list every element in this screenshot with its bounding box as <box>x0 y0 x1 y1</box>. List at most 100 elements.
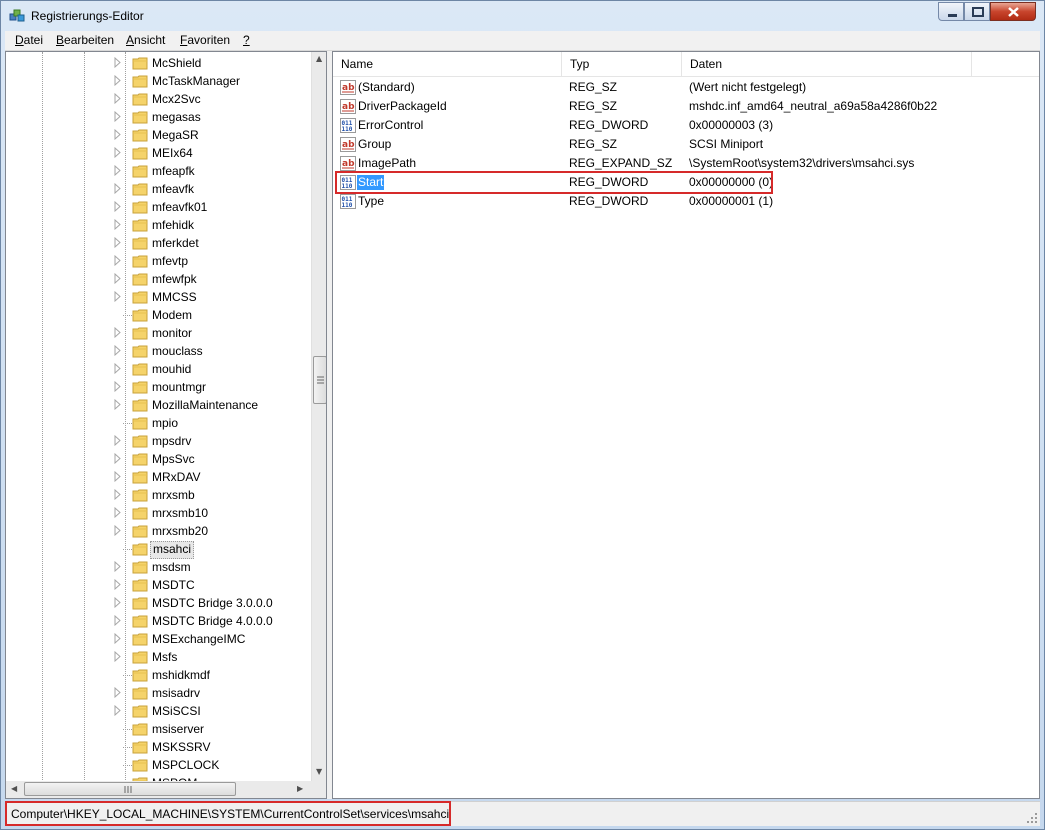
value-row[interactable]: ab ImagePath REG_EXPAND_SZ \SystemRoot\syst… <box>333 154 1039 173</box>
tree-item[interactable]: mfeavfk <box>6 180 306 198</box>
tree-item[interactable]: msiserver <box>6 720 306 738</box>
expand-arrow-icon[interactable] <box>113 219 122 230</box>
tree-item[interactable]: msahci <box>6 540 306 559</box>
expand-arrow-icon[interactable] <box>113 273 122 284</box>
tree-item[interactable]: MSDTC Bridge 4.0.0.0 <box>6 612 306 630</box>
tree-item[interactable]: msdsm <box>6 558 306 576</box>
expand-arrow-icon[interactable] <box>113 453 122 464</box>
expand-arrow-icon[interactable] <box>113 111 122 122</box>
tree-item[interactable]: Mcx2Svc <box>6 90 306 108</box>
menu-bearbeiten[interactable]: Bearbeiten <box>56 33 114 47</box>
menu-help[interactable]: ? <box>243 33 250 47</box>
expand-arrow-icon[interactable] <box>113 363 122 374</box>
expand-arrow-icon[interactable] <box>113 57 122 68</box>
tree-item[interactable]: mouclass <box>6 342 306 360</box>
tree-item[interactable]: Msfs <box>6 648 306 666</box>
tree-item[interactable]: MSKSSRV <box>6 738 306 756</box>
tree-item[interactable]: MSDTC Bridge 3.0.0.0 <box>6 594 306 612</box>
expand-arrow-icon[interactable] <box>113 435 122 446</box>
tree-item[interactable]: mountmgr <box>6 378 306 396</box>
expand-arrow-icon[interactable] <box>113 489 122 500</box>
expand-arrow-icon[interactable] <box>113 579 122 590</box>
expand-arrow-icon[interactable] <box>113 597 122 608</box>
expand-arrow-icon[interactable] <box>113 381 122 392</box>
expand-arrow-icon[interactable] <box>113 255 122 266</box>
tree-horizontal-scrollbar[interactable]: ◀ ▶ <box>6 781 311 798</box>
value-row[interactable]: 011 110 Type REG_DWORD 0x00000001 (1) <box>333 192 1039 211</box>
expand-arrow-icon[interactable] <box>113 327 122 338</box>
tree-item[interactable]: megasas <box>6 108 306 126</box>
tree-item[interactable]: mrxsmb10 <box>6 504 306 522</box>
tree-item[interactable]: mpio <box>6 414 306 432</box>
expand-arrow-icon[interactable] <box>113 651 122 662</box>
maximize-button[interactable] <box>964 2 990 21</box>
scroll-down-arrow-icon[interactable]: ▼ <box>316 767 322 776</box>
expand-arrow-icon[interactable] <box>113 525 122 536</box>
scroll-up-arrow-icon[interactable]: ▲ <box>316 54 322 63</box>
value-row[interactable]: ab (Standard) REG_SZ (Wert nicht festgelegt… <box>333 78 1039 97</box>
expand-arrow-icon[interactable] <box>113 147 122 158</box>
expand-arrow-icon[interactable] <box>113 615 122 626</box>
tree-item[interactable]: mfewfpk <box>6 270 306 288</box>
resize-grip-icon[interactable] <box>1026 812 1038 824</box>
tree-item[interactable]: mfevtp <box>6 252 306 270</box>
tree-item[interactable]: MSDTC <box>6 576 306 594</box>
column-header-type[interactable]: Typ <box>562 52 682 76</box>
tree-item[interactable]: mrxsmb20 <box>6 522 306 540</box>
scroll-left-arrow-icon[interactable]: ◀ <box>11 784 17 793</box>
value-row[interactable]: ab Group REG_SZ SCSI Miniport <box>333 135 1039 154</box>
values-list-pane[interactable]: Name Typ Daten ab (Standard) REG_SZ (Wert n… <box>332 51 1040 799</box>
tree-item[interactable]: mferkdet <box>6 234 306 252</box>
menu-datei[interactable]: Datei <box>15 33 43 47</box>
tree-item[interactable]: MegaSR <box>6 126 306 144</box>
column-header-data[interactable]: Daten <box>682 52 972 76</box>
value-row[interactable]: ab DriverPackageId REG_SZ mshdc.inf_amd64_n… <box>333 97 1039 116</box>
expand-arrow-icon[interactable] <box>113 93 122 104</box>
scroll-right-arrow-icon[interactable]: ▶ <box>297 784 303 793</box>
column-header-name[interactable]: Name <box>333 52 562 76</box>
expand-arrow-icon[interactable] <box>113 471 122 482</box>
tree-item[interactable]: McShield <box>6 54 306 72</box>
tree-item[interactable]: monitor <box>6 324 306 342</box>
expand-arrow-icon[interactable] <box>113 165 122 176</box>
tree-item[interactable]: mshidkmdf <box>6 666 306 684</box>
tree-item[interactable]: mouhid <box>6 360 306 378</box>
tree-horizontal-scroll-thumb[interactable] <box>24 782 236 796</box>
value-row[interactable]: 011 110 Start REG_DWORD 0x00000000 (0) <box>333 173 1039 192</box>
expand-arrow-icon[interactable] <box>113 345 122 356</box>
tree-item[interactable]: MMCSS <box>6 288 306 306</box>
expand-arrow-icon[interactable] <box>113 705 122 716</box>
tree-vertical-scrollbar[interactable]: ▲ ▼ <box>311 52 326 782</box>
expand-arrow-icon[interactable] <box>113 291 122 302</box>
expand-arrow-icon[interactable] <box>113 399 122 410</box>
expand-arrow-icon[interactable] <box>113 129 122 140</box>
expand-arrow-icon[interactable] <box>113 183 122 194</box>
expand-arrow-icon[interactable] <box>113 201 122 212</box>
tree-item[interactable]: mfeapfk <box>6 162 306 180</box>
menu-favoriten[interactable]: Favoriten <box>180 33 230 47</box>
minimize-button[interactable] <box>938 2 964 21</box>
tree-item[interactable]: MSiSCSI <box>6 702 306 720</box>
tree-item[interactable]: McTaskManager <box>6 72 306 90</box>
title-bar[interactable]: Registrierungs-Editor <box>1 1 1044 31</box>
tree-item[interactable]: MEIx64 <box>6 144 306 162</box>
expand-arrow-icon[interactable] <box>113 237 122 248</box>
tree-item[interactable]: MSExchangeIMC <box>6 630 306 648</box>
close-button[interactable] <box>990 2 1036 21</box>
tree-vertical-scroll-thumb[interactable] <box>313 356 326 404</box>
tree-item[interactable]: MpsSvc <box>6 450 306 468</box>
tree-item[interactable]: mfehidk <box>6 216 306 234</box>
tree-item[interactable]: mpsdrv <box>6 432 306 450</box>
tree-item[interactable]: mfeavfk01 <box>6 198 306 216</box>
menu-ansicht[interactable]: Ansicht <box>126 33 165 47</box>
expand-arrow-icon[interactable] <box>113 75 122 86</box>
tree-item[interactable]: mrxsmb <box>6 486 306 504</box>
tree-item[interactable]: MSPCLOCK <box>6 756 306 774</box>
tree-item[interactable]: Modem <box>6 306 306 324</box>
expand-arrow-icon[interactable] <box>113 687 122 698</box>
expand-arrow-icon[interactable] <box>113 633 122 644</box>
expand-arrow-icon[interactable] <box>113 507 122 518</box>
key-tree-pane[interactable]: McShield McTaskManager Mcx2Svc megasas MegaS… <box>5 51 327 799</box>
tree-item[interactable]: MozillaMaintenance <box>6 396 306 414</box>
value-row[interactable]: 011 110 ErrorControl REG_DWORD 0x00000003 (3… <box>333 116 1039 135</box>
